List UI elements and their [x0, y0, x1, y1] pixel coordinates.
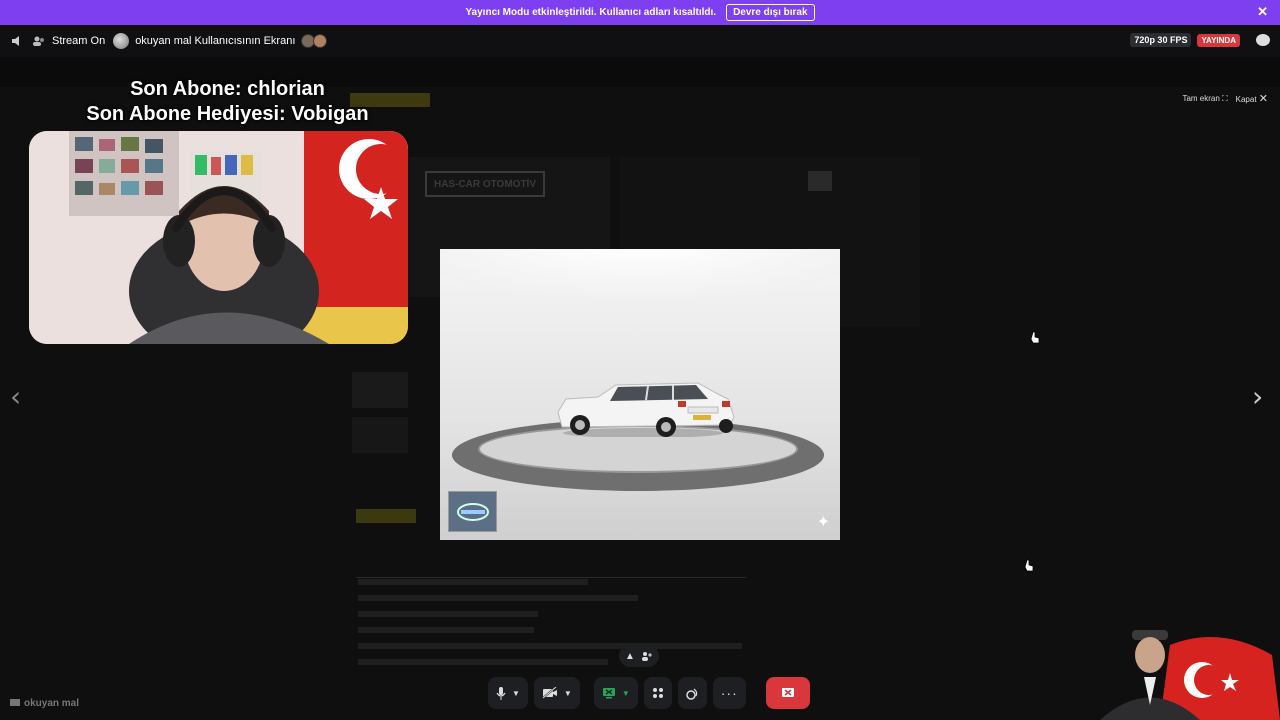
faded-thumb: [352, 372, 408, 408]
close-viewer-button[interactable]: Kapat ✕: [1236, 92, 1268, 105]
presenter-label: okuyan mal: [10, 698, 79, 709]
quality-badge: 720p 30 FPS: [1130, 33, 1192, 47]
faded-line: [358, 579, 588, 585]
discord-stream-viewer: HAS-CAR OTOMOTİV Yayıncı Modu etkinleşti…: [0, 0, 1280, 720]
streamer-mode-banner: Yayıncı Modu etkinleştirildi. Kullanıcı …: [0, 0, 1280, 25]
soundboard-button[interactable]: [677, 677, 707, 709]
camera-button[interactable]: ▼: [533, 677, 580, 709]
streamer-webcam-image: [29, 131, 408, 344]
flag-portrait-overlay: [1100, 630, 1280, 720]
faded-avatar: [808, 171, 832, 191]
chevron-up-icon: ▲: [625, 650, 635, 662]
expand-controls-button[interactable]: ▲: [619, 645, 659, 667]
sound-icon: [12, 36, 19, 46]
avatar: [313, 34, 328, 48]
faded-line: [358, 611, 538, 617]
faded-line: [358, 643, 742, 649]
leave-call-button[interactable]: [765, 677, 810, 709]
faded-divider: [356, 577, 746, 578]
soundboard-icon: [686, 688, 698, 700]
more-icon: ···: [720, 685, 738, 701]
leave-call-icon: [781, 688, 794, 697]
sparkle-icon: ✦: [816, 514, 830, 531]
avatar: [113, 33, 130, 49]
screen-icon: [10, 699, 20, 706]
previous-image-arrow[interactable]: ‹: [10, 380, 21, 413]
car-photo: ✦: [440, 249, 840, 540]
close-icon[interactable]: ✕: [1257, 4, 1268, 20]
users-icon: [641, 652, 652, 661]
more-button[interactable]: ···: [712, 677, 746, 709]
studio-ceiling: [440, 249, 840, 299]
chevron-down-icon[interactable]: ▼: [564, 689, 572, 698]
chevron-down-icon[interactable]: ▼: [622, 689, 630, 698]
webcam-overlay: [29, 131, 408, 344]
screen-share-button[interactable]: ▼: [593, 677, 638, 709]
stream-header: Stream On okuyan mal Kullanıcısının Ekra…: [0, 25, 1280, 57]
users-icon: [33, 36, 44, 46]
last-gift: Son Abone Hediyesi: Vobigan: [86, 103, 369, 125]
faded-button: [356, 509, 416, 523]
sound-toggle[interactable]: [10, 34, 24, 48]
fullscreen-icon: ⛶: [1222, 93, 1228, 103]
stream-label: Stream On: [52, 35, 106, 47]
faded-line: [358, 627, 534, 633]
faded-line: [358, 595, 638, 601]
call-controls: ▼ ▼ ▼ ···: [488, 676, 810, 710]
screen-title: okuyan mal Kullanıcısının Ekranı: [135, 35, 296, 47]
microphone-icon: [496, 686, 506, 700]
activities-icon: [652, 688, 663, 698]
microphone-button[interactable]: ▼: [488, 677, 528, 709]
camera-off-icon: [542, 687, 557, 699]
disable-streamer-mode-button[interactable]: Devre dışı bırak: [726, 4, 815, 21]
dealer-logo: [448, 491, 497, 532]
chat-icon[interactable]: [1256, 34, 1270, 46]
hand-cursor-icon: [1030, 331, 1040, 344]
live-badge: YAYINDA: [1197, 33, 1240, 47]
screen-owner[interactable]: okuyan mal Kullanıcısının Ekranı: [113, 33, 328, 49]
screen-share-icon: [602, 688, 615, 699]
dealer-badge: HAS-CAR OTOMOTİV: [425, 171, 545, 197]
stream-channel[interactable]: Stream On: [32, 34, 105, 48]
last-subscriber: Son Abone: chlorian: [130, 78, 325, 100]
faded-line: [358, 659, 608, 665]
close-icon: ✕: [1258, 93, 1268, 105]
hand-cursor-icon: [1024, 559, 1034, 572]
presenter-name: okuyan mal: [24, 698, 80, 709]
dealer-logo-icon: [456, 502, 489, 521]
fullscreen-label: Tam ekran: [1182, 93, 1220, 103]
fullscreen-button[interactable]: Tam ekran ⛶: [1182, 94, 1227, 104]
streamer-mode-message: Yayıncı Modu etkinleştirildi. Kullanıcı …: [465, 7, 717, 18]
chevron-down-icon[interactable]: ▼: [512, 689, 520, 698]
car-image: [557, 382, 735, 437]
next-image-arrow[interactable]: ›: [1252, 380, 1263, 413]
viewer-controls: Tam ekran ⛶ Kapat ✕: [1182, 92, 1268, 105]
stream-status: 720p 30 FPS YAYINDA: [1130, 33, 1270, 47]
faded-thumb: [352, 417, 408, 453]
close-viewer-label: Kapat: [1235, 95, 1257, 104]
activities-button[interactable]: [643, 677, 672, 709]
